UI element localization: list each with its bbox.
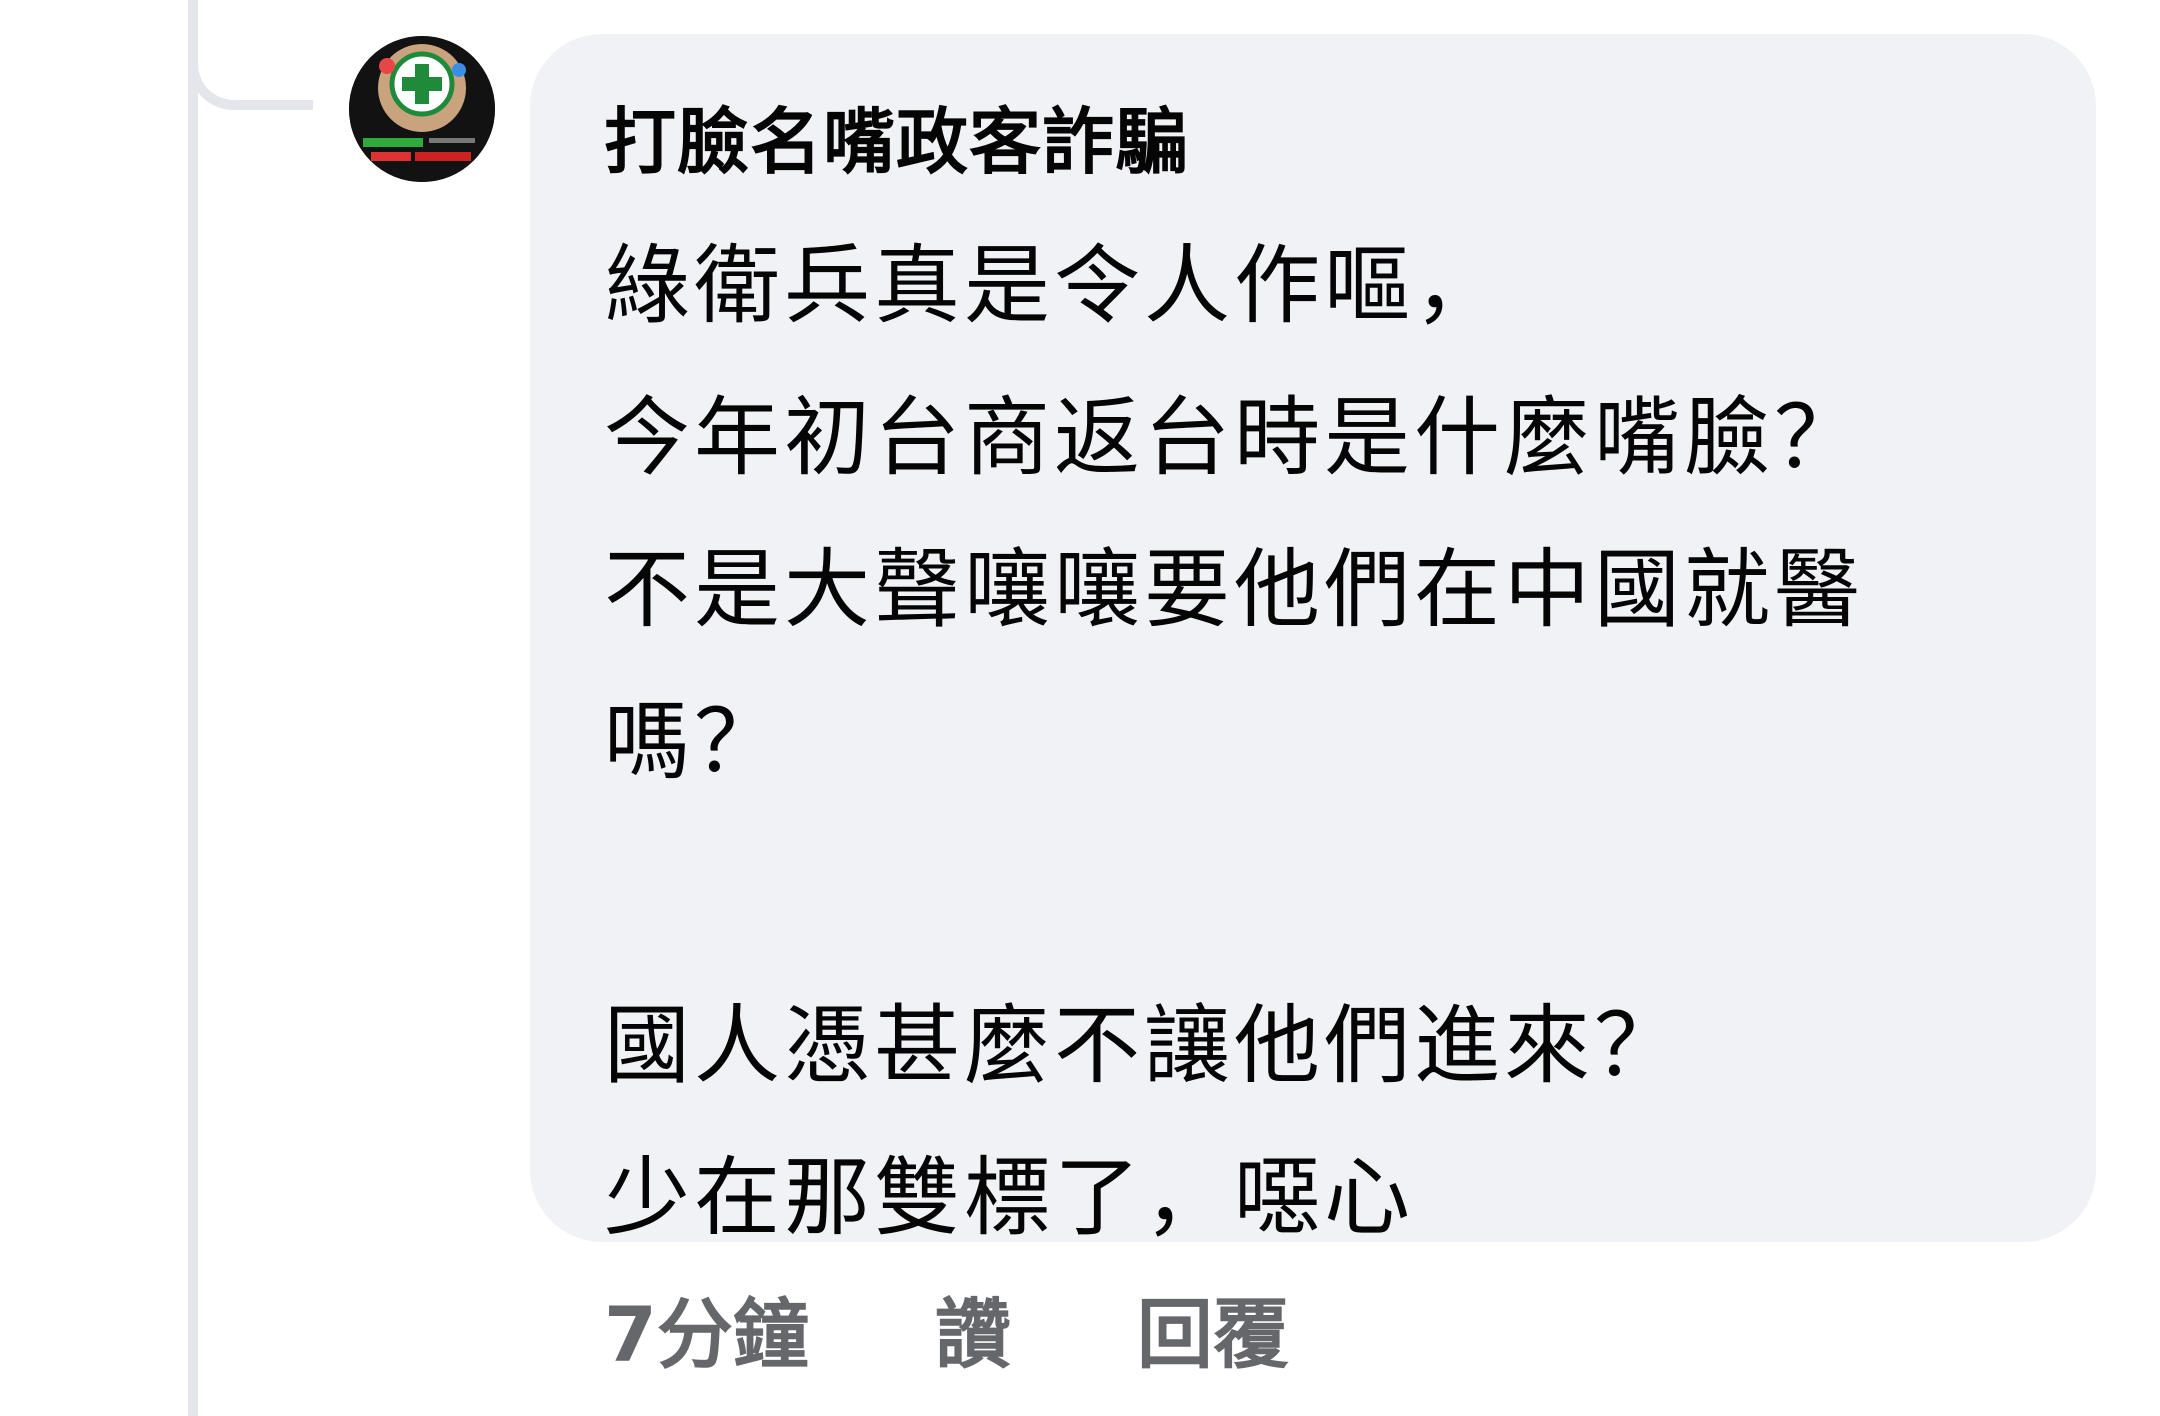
comment-line: 今年初台商返台時是什麼嘴臉？ (604, 388, 1864, 488)
comment-body: 綠衛兵真是令人作嘔， 今年初台商返台時是什麼嘴臉？ 不是大聲嚷嚷要他們在中國就醫… (604, 210, 2036, 1274)
thread-line (188, 0, 198, 1416)
comment-author-name[interactable]: 打臉名嘴政客詐騙 (604, 92, 2036, 192)
comment-actions: 7分鐘 讚 回覆 (604, 1268, 1289, 1388)
party-flag-avatar-icon (349, 36, 495, 182)
comment-line: 國人憑甚麼不讓他們進來？ (604, 996, 1684, 1096)
avatar[interactable] (349, 36, 495, 182)
like-button[interactable]: 讚 (935, 1273, 1011, 1383)
comment-line: 嗎？ (604, 692, 784, 792)
comment-blank-line (604, 818, 2036, 970)
comment-line: 綠衛兵真是令人作嘔， (604, 236, 1504, 336)
comment-line: 不是大聲嚷嚷要他們在中國就醫 (604, 540, 1864, 640)
comment-bubble: 打臉名嘴政客詐騙 綠衛兵真是令人作嘔， 今年初台商返台時是什麼嘴臉？ 不是大聲嚷… (530, 34, 2096, 1248)
reply-button[interactable]: 回覆 (1137, 1273, 1289, 1383)
comment-timestamp[interactable]: 7分鐘 (604, 1273, 809, 1383)
thread-connector (188, 0, 313, 110)
comment-line: 少在那雙標了，噁心 (604, 1148, 1414, 1248)
